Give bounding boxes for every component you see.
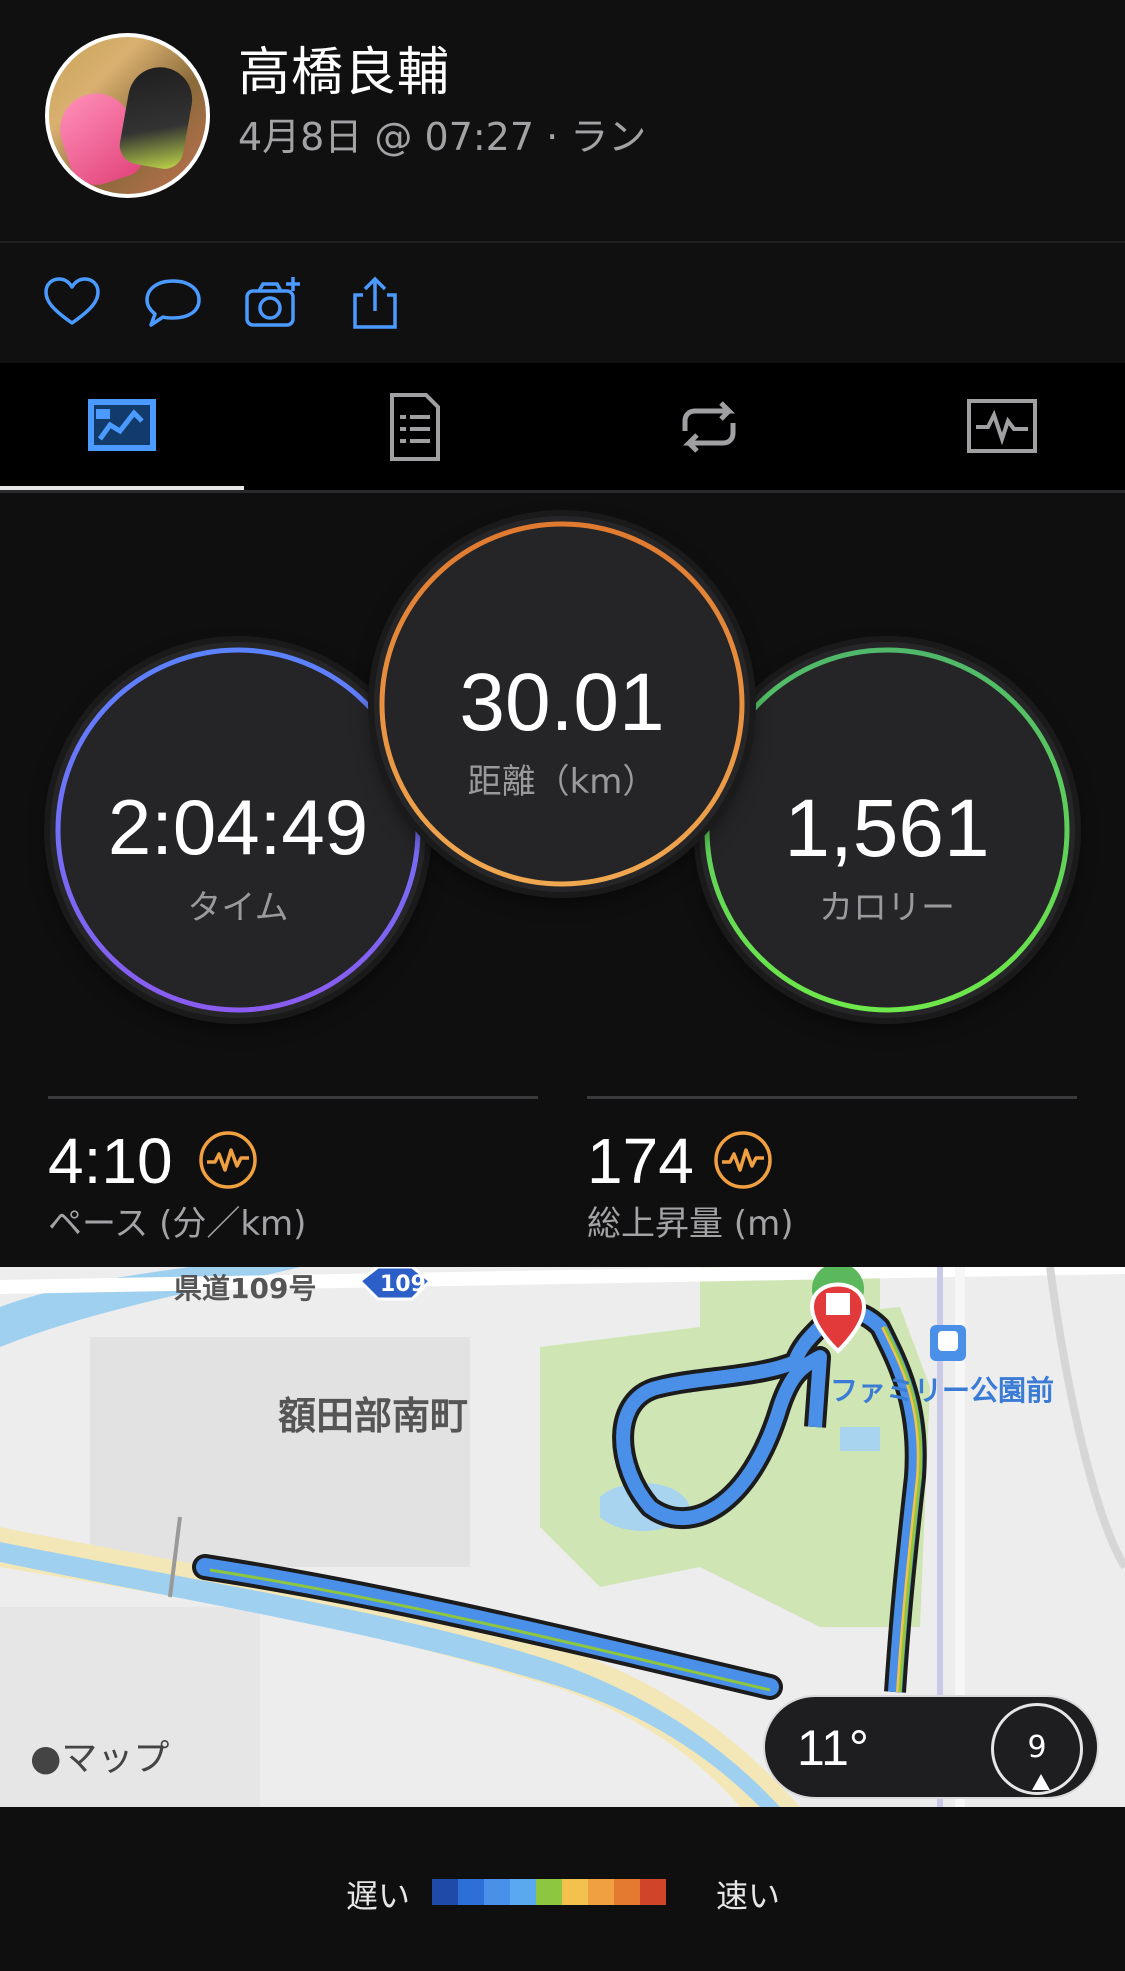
pace-value: 4:10 bbox=[48, 1125, 173, 1197]
time-value: 2:04:49 bbox=[107, 783, 369, 871]
distance-value: 30.01 bbox=[459, 657, 665, 748]
legend-slow-label: 遅い bbox=[346, 1877, 411, 1915]
wind-speed: 9 bbox=[1027, 1730, 1047, 1765]
time-label: タイム bbox=[187, 888, 289, 928]
calories-value: 1,561 bbox=[784, 783, 990, 874]
tab-stats[interactable] bbox=[292, 363, 536, 491]
legend-swatch bbox=[588, 1879, 614, 1905]
legend-swatch bbox=[432, 1879, 458, 1905]
legend-swatch bbox=[484, 1879, 510, 1905]
activity-date-type: 4月8日 @ 07:27 · ラン bbox=[238, 115, 647, 159]
wind-direction-icon bbox=[1032, 1774, 1050, 1790]
tab-bar bbox=[0, 363, 1125, 493]
share-icon[interactable] bbox=[345, 273, 405, 333]
avatar[interactable] bbox=[45, 33, 210, 198]
activity-chart-icon bbox=[967, 399, 1037, 453]
legend-swatch bbox=[562, 1879, 588, 1905]
pace-legend: 遅い 速い bbox=[0, 1807, 1125, 1971]
user-name[interactable]: 高橋良輔 bbox=[238, 30, 450, 105]
overview-icon bbox=[88, 399, 156, 451]
pace-label: ペース (分／km) bbox=[48, 1204, 307, 1244]
maps-attribution-text: マップ bbox=[61, 1738, 170, 1779]
legend-swatch bbox=[510, 1879, 536, 1905]
avatar-photo bbox=[49, 37, 206, 194]
document-list-icon bbox=[390, 393, 440, 461]
activity-header: 高橋良輔 4月8日 @ 07:27 · ラン bbox=[0, 0, 1125, 242]
ascent-label: 総上昇量 (m) bbox=[587, 1204, 794, 1244]
legend-swatch bbox=[536, 1879, 562, 1905]
legend-swatch bbox=[614, 1879, 640, 1905]
legend-swatch bbox=[640, 1879, 666, 1905]
route-map[interactable]: 県道109号 109 額田部南町 ファミリー公園前 ●マップ 11° 9 bbox=[0, 1267, 1125, 1807]
repeat-icon bbox=[682, 401, 736, 453]
weather-badge: 11° 9 bbox=[763, 1695, 1099, 1799]
pace-graph-icon[interactable] bbox=[198, 1130, 258, 1190]
area-label: 額田部南町 bbox=[278, 1394, 469, 1438]
ascent-graph-icon[interactable] bbox=[713, 1130, 773, 1190]
road-badge: 109 bbox=[380, 1272, 426, 1297]
legend-swatch bbox=[458, 1879, 484, 1905]
add-photo-camera-icon[interactable] bbox=[243, 273, 303, 333]
legend-color-scale bbox=[432, 1879, 666, 1905]
legend-fast-label: 速い bbox=[716, 1877, 781, 1915]
ascent-value: 174 bbox=[587, 1125, 694, 1197]
tab-laps[interactable] bbox=[587, 363, 831, 491]
wind-compass: 9 bbox=[991, 1703, 1083, 1795]
like-heart-icon[interactable] bbox=[42, 273, 102, 333]
apple-maps-attribution[interactable]: ●マップ bbox=[30, 1729, 169, 1781]
action-bar bbox=[0, 243, 1125, 363]
pace-divider bbox=[48, 1096, 538, 1099]
road-label: 県道109号 bbox=[174, 1272, 317, 1305]
comment-bubble-icon[interactable] bbox=[143, 273, 203, 333]
ascent-divider bbox=[587, 1096, 1077, 1099]
calories-ring: 1,561 カロリー bbox=[699, 642, 1075, 1018]
black-shoe-image bbox=[116, 62, 198, 172]
tab-charts[interactable] bbox=[880, 363, 1124, 491]
temperature: 11° bbox=[797, 1720, 869, 1776]
distance-ring: 30.01 距離（km） bbox=[374, 516, 750, 892]
distance-label: 距離（km） bbox=[467, 762, 657, 802]
time-ring: 2:04:49 タイム bbox=[50, 642, 426, 1018]
calories-label: カロリー bbox=[819, 888, 955, 928]
apple-logo-icon: ● bbox=[30, 1738, 62, 1779]
tab-overview[interactable] bbox=[0, 363, 244, 491]
station-label: ファミリー公園前 bbox=[830, 1374, 1055, 1407]
